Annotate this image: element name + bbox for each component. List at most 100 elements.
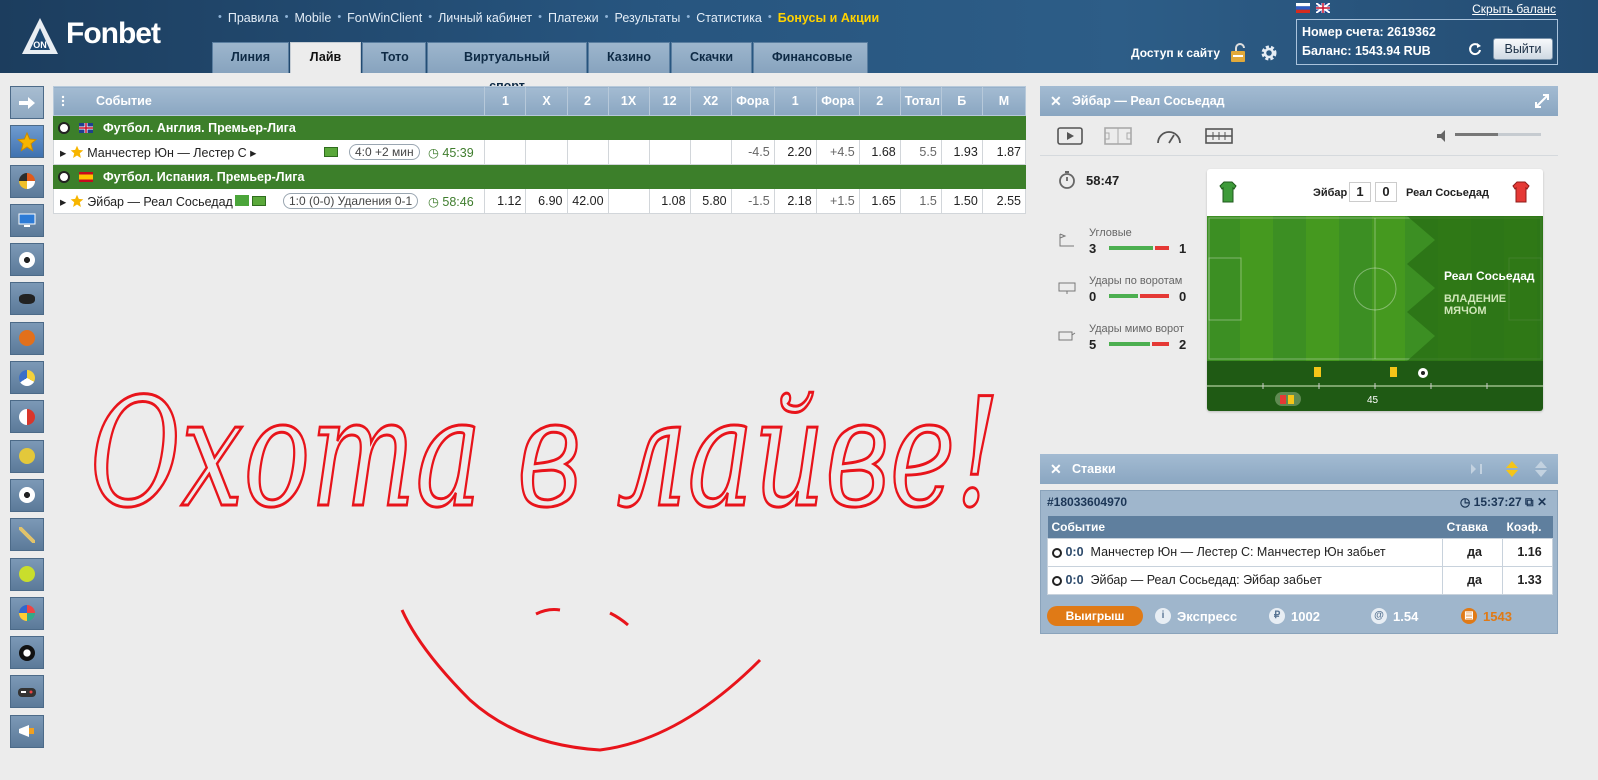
col-event[interactable]: Событие <box>52 86 486 116</box>
sidebar-tennis[interactable] <box>10 439 44 473</box>
odd-cell[interactable]: 1.87 <box>981 139 1027 165</box>
tab-virtual-sport[interactable]: Виртуальный спорт <box>427 42 587 93</box>
sort-secondary-icon[interactable] <box>1534 460 1548 478</box>
odd-cell[interactable]: 2.55 <box>981 188 1027 214</box>
sidebar-football-2[interactable] <box>10 478 44 512</box>
logout-button[interactable]: Выйти <box>1493 38 1553 60</box>
star-icon[interactable] <box>70 194 84 208</box>
odd-cell[interactable]: 1.08 <box>648 188 691 214</box>
tab-races[interactable]: Скачки <box>671 42 752 73</box>
flag-uk-icon[interactable] <box>1316 3 1330 13</box>
close-icon[interactable]: ✕ <box>1050 86 1062 116</box>
sidebar-tv[interactable] <box>10 203 44 237</box>
stats-gauge-icon[interactable] <box>1155 126 1183 146</box>
sort-icon[interactable] <box>1505 460 1519 478</box>
sidebar-all-sports[interactable] <box>10 164 44 198</box>
nav-payments[interactable]: Платежи <box>548 11 599 25</box>
odd-cell[interactable]: -4.5 <box>730 139 775 165</box>
gear-icon[interactable] <box>1259 43 1279 63</box>
express-info[interactable]: i Экспресс <box>1155 608 1237 624</box>
field-icon[interactable] <box>252 196 267 206</box>
nav-rules[interactable]: Правила <box>228 11 279 25</box>
volleyball-icon <box>19 369 35 386</box>
sidebar-esports[interactable] <box>10 675 44 709</box>
expand-icon[interactable] <box>1534 93 1550 109</box>
video-icon[interactable] <box>1057 126 1083 146</box>
tab-toto[interactable]: Тото <box>362 42 426 73</box>
odd-cell[interactable]: 1.65 <box>858 188 901 214</box>
nav-statistics[interactable]: Статистика <box>696 11 762 25</box>
hide-balance-link[interactable]: Скрыть баланс <box>1472 2 1556 16</box>
event-name[interactable]: Манчестер Юн — Лестер С <box>87 146 246 160</box>
timeline-icon[interactable] <box>1205 126 1233 146</box>
odd-cell[interactable]: 2.20 <box>773 139 817 165</box>
field-icon[interactable] <box>324 147 338 157</box>
odd-cell[interactable] <box>484 139 527 165</box>
volume-slider[interactable] <box>1455 133 1541 136</box>
sidebar-toggle-button[interactable] <box>10 86 44 119</box>
sidebar-favorites[interactable] <box>10 125 44 159</box>
odd-cell[interactable]: 1.68 <box>858 139 901 165</box>
sidebar-tennis-ball[interactable] <box>10 557 44 591</box>
coupon-row[interactable]: 0:0 Манчестер Юн — Лестер С: Манчестер Ю… <box>1046 537 1553 567</box>
odd-cell[interactable]: +4.5 <box>815 139 860 165</box>
league-row[interactable]: Футбол. Англия. Премьер-Лига <box>53 115 1026 140</box>
lock-icon[interactable] <box>1229 42 1249 64</box>
tab-financial[interactable]: Финансовые <box>753 42 868 73</box>
sidebar-baseball[interactable] <box>10 518 44 552</box>
flag-ru-icon[interactable] <box>1296 3 1310 13</box>
odd-cell[interactable]: 1.50 <box>940 188 983 214</box>
match-title: Эйбар — Реал Сосьедад <box>1072 94 1225 108</box>
odd-cell[interactable]: 1.12 <box>484 188 527 214</box>
odd-cell[interactable] <box>607 139 650 165</box>
odd-cell[interactable]: 2.18 <box>773 188 817 214</box>
league-row[interactable]: Футбол. Испания. Премьер-Лига <box>53 164 1026 189</box>
coupon-number[interactable]: #18033604970 <box>1047 495 1127 509</box>
odd-cell[interactable]: 5.80 <box>689 188 732 214</box>
drag-handle-icon[interactable] <box>61 95 65 107</box>
odd-cell[interactable] <box>525 139 568 165</box>
refresh-icon[interactable] <box>1468 42 1482 56</box>
odd-cell[interactable]: 1.93 <box>940 139 983 165</box>
coupon-row[interactable]: 0:0 Эйбар — Реал Сосьедад: Эйбар забьет … <box>1046 565 1553 595</box>
tab-line[interactable]: Линия <box>212 42 289 73</box>
sidebar-promo[interactable] <box>10 714 44 748</box>
fonbet-logo[interactable]: ON Fonbet <box>18 12 188 60</box>
close-icon[interactable]: ✕ <box>1050 454 1062 484</box>
sidebar-handball[interactable] <box>10 596 44 630</box>
nav-mobile[interactable]: Mobile <box>294 11 331 25</box>
odd-cell[interactable] <box>566 139 609 165</box>
nav-cabinet[interactable]: Личный кабинет <box>438 11 532 25</box>
site-access-label[interactable]: Доступ к сайту <box>1131 46 1220 60</box>
odd-cell[interactable] <box>607 188 650 214</box>
odd-cell[interactable]: +1.5 <box>815 188 860 214</box>
nav-bonuses[interactable]: Бонусы и Акции <box>778 11 879 25</box>
odd-cell[interactable]: 6.90 <box>525 188 568 214</box>
sidebar-billiards[interactable] <box>10 636 44 670</box>
volume-icon[interactable] <box>1436 129 1450 143</box>
next-icon[interactable] <box>1470 462 1490 476</box>
odd-cell[interactable]: 1.5 <box>899 188 942 214</box>
sidebar-football[interactable] <box>10 243 44 277</box>
field-view-icon[interactable] <box>1104 126 1132 146</box>
sidebar-sport-mixed[interactable] <box>10 400 44 434</box>
tv-icon[interactable] <box>235 195 249 206</box>
odd-cell[interactable]: -1.5 <box>730 188 775 214</box>
odd-cell[interactable] <box>648 139 691 165</box>
event-row[interactable]: ▸ Манчестер Юн — Лестер С ▸ 4:0 +2 мин ◷… <box>52 139 1027 165</box>
sidebar-volleyball[interactable] <box>10 361 44 395</box>
nav-results[interactable]: Результаты <box>615 11 681 25</box>
event-name[interactable]: Эйбар — Реал Сосьедад <box>87 195 233 209</box>
sidebar-hockey[interactable] <box>10 282 44 316</box>
tab-casino[interactable]: Казино <box>588 42 670 73</box>
odd-cell[interactable]: 42.00 <box>566 188 609 214</box>
tab-live[interactable]: Лайв <box>290 42 361 73</box>
sidebar-basketball[interactable] <box>10 321 44 355</box>
win-button[interactable]: Выигрыш <box>1047 606 1143 626</box>
event-row[interactable]: ▸ Эйбар — Реал Сосьедад 1:0 (0-0) Удален… <box>52 188 1027 214</box>
nav-fonwinclient[interactable]: FonWinClient <box>347 11 422 25</box>
table-header-row: Событие 1 X 2 1X 12 X2 Фора 1 Фора 2 Тот… <box>52 86 1027 116</box>
odd-cell[interactable] <box>689 139 732 165</box>
star-icon[interactable] <box>70 145 84 159</box>
odd-cell[interactable]: 5.5 <box>899 139 942 165</box>
